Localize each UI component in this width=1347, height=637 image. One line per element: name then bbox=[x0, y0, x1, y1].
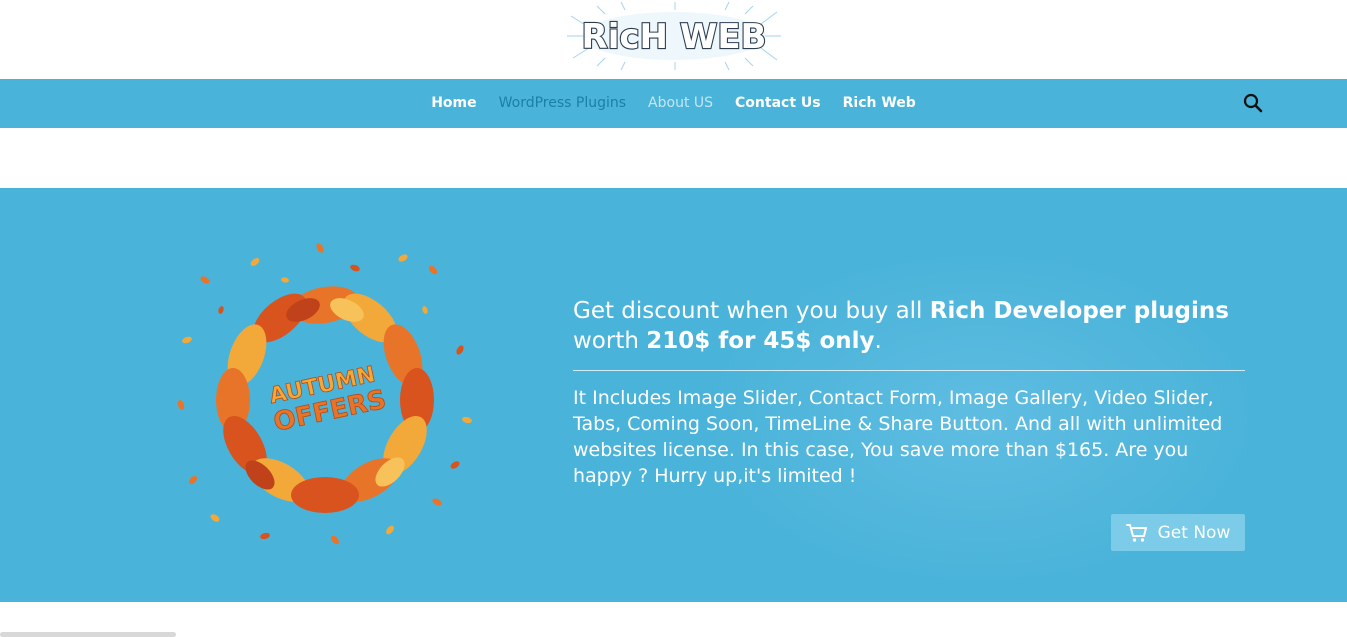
main-nav: Home WordPress Plugins About US Contact … bbox=[0, 79, 1347, 128]
headline-part-1: Get discount when you buy all bbox=[573, 298, 930, 324]
search-icon bbox=[1243, 93, 1263, 113]
promo-headline: Get discount when you buy all Rich Devel… bbox=[573, 296, 1245, 356]
logo-text: RicH WEB bbox=[582, 17, 767, 57]
nav-wordpress-plugins[interactable]: WordPress Plugins bbox=[488, 79, 637, 128]
nav-about-us[interactable]: About US bbox=[637, 79, 724, 128]
headline-part-3: . bbox=[874, 328, 882, 354]
get-now-button[interactable]: Get Now bbox=[1111, 514, 1245, 551]
get-now-label: Get Now bbox=[1157, 522, 1231, 543]
promo-divider bbox=[573, 370, 1245, 371]
site-header: RicH WEB bbox=[0, 0, 1347, 79]
autumn-leaves-graphic: AUTUMN OFFERS bbox=[177, 243, 472, 545]
search-button[interactable] bbox=[1241, 91, 1267, 117]
autumn-offers-illustration: AUTUMN OFFERS bbox=[175, 240, 475, 545]
promo-description: It Includes Image Slider, Contact Form, … bbox=[573, 387, 1223, 487]
logo-graphic: RicH WEB bbox=[567, 1, 781, 71]
site-logo[interactable]: RicH WEB bbox=[565, 1, 783, 71]
cart-icon bbox=[1125, 523, 1147, 542]
nav-home[interactable]: Home bbox=[420, 79, 487, 128]
nav-rich-web[interactable]: Rich Web bbox=[832, 79, 927, 128]
headline-part-2: worth bbox=[573, 328, 647, 354]
headline-bold-1: Rich Developer plugins bbox=[929, 298, 1229, 324]
promo-text: Get discount when you buy all Rich Devel… bbox=[573, 296, 1245, 489]
autumn-badge: AUTUMN OFFERS bbox=[267, 362, 389, 438]
promo-banner: AUTUMN OFFERS Get discount when you buy … bbox=[0, 188, 1347, 602]
nav-menu: Home WordPress Plugins About US Contact … bbox=[0, 79, 1347, 128]
horizontal-scrollbar[interactable] bbox=[0, 632, 176, 637]
nav-contact-us[interactable]: Contact Us bbox=[724, 79, 832, 128]
headline-bold-2: 210$ for 45$ only bbox=[646, 328, 875, 354]
